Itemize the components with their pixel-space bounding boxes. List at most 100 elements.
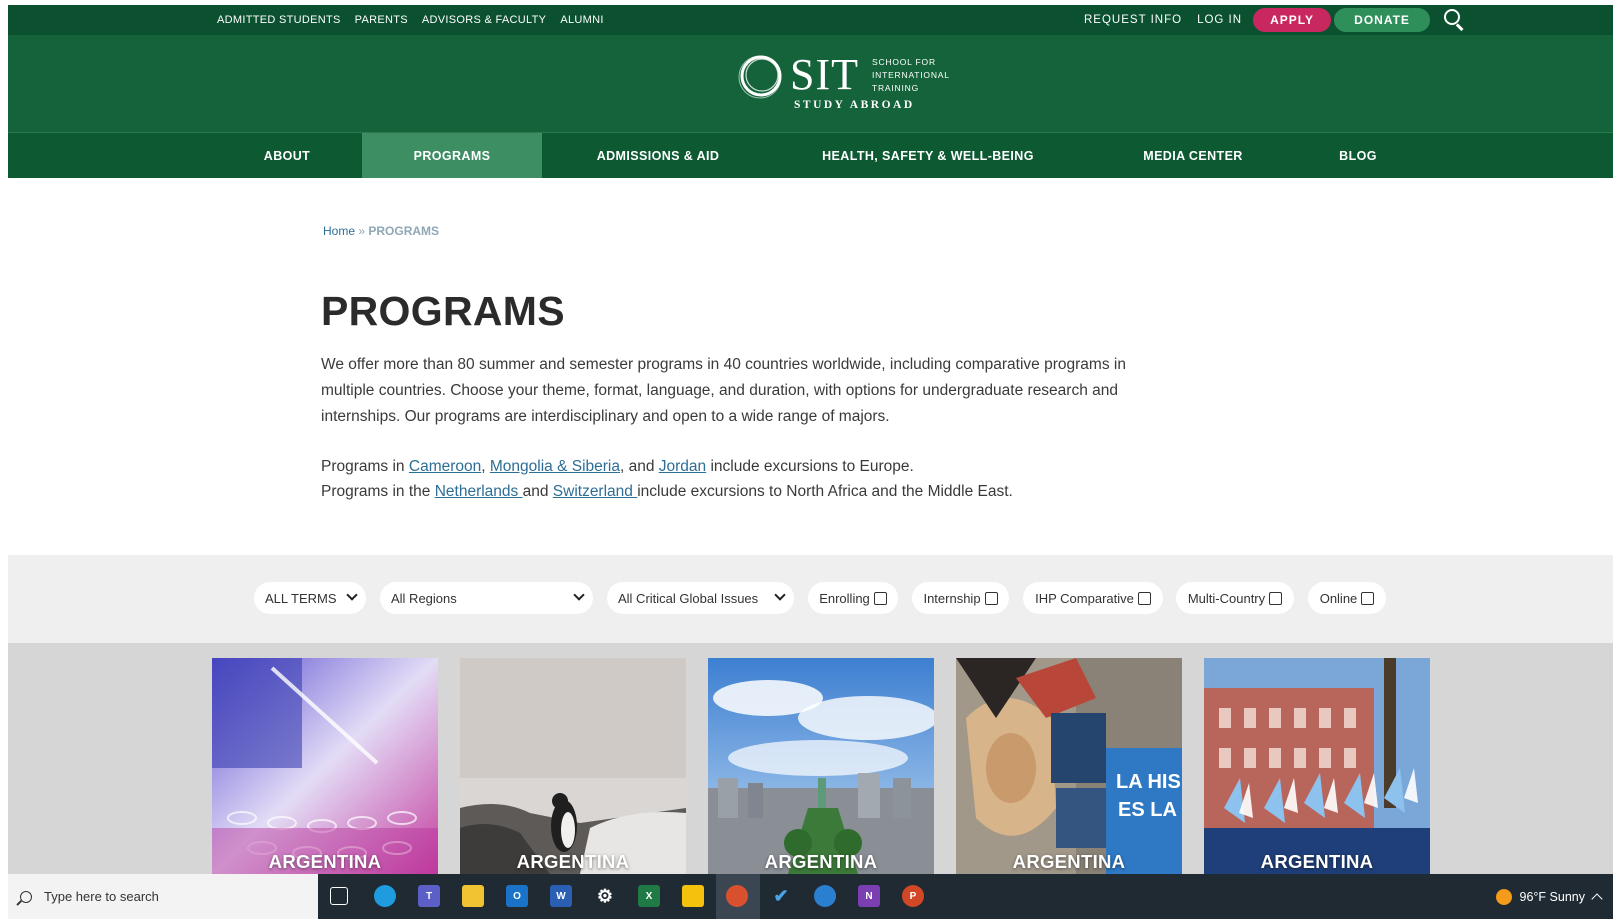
card-country: ARGENTINA (268, 851, 382, 872)
parents-link[interactable]: PARENTS (355, 14, 408, 26)
logo-school-line: INTERNATIONAL (872, 70, 950, 80)
card-country: ARGENTINA (1260, 851, 1374, 872)
logo-school-line: SCHOOL FOR (872, 57, 936, 67)
taskbar-search-placeholder: Type here to search (44, 889, 159, 904)
enrolling-filter[interactable]: Enrolling (808, 582, 898, 614)
svg-text:ES LA: ES LA (1118, 799, 1177, 821)
utility-bar: ADMITTED STUDENTS PARENTS ADVISORS & FAC… (8, 5, 1613, 35)
enrolling-label: Enrolling (819, 590, 870, 606)
taskbar-search-input[interactable]: Type here to search (8, 874, 318, 919)
online-filter[interactable]: Online (1308, 582, 1386, 614)
outlook-icon[interactable]: O (506, 885, 528, 907)
nav-about[interactable]: ABOUT (213, 133, 361, 178)
windows-taskbar: Type here to search T O W ⚙ X ✔ N P 96°F… (8, 874, 1613, 919)
utility-actions: REQUEST INFO LOG IN APPLY DONATE (1084, 5, 1465, 35)
text-segment: Programs in the (321, 483, 435, 500)
apply-button[interactable]: APPLY (1253, 8, 1332, 32)
online-label: Online (1319, 590, 1358, 606)
program-filter-bar: ALL TERMS All Regions All Critical Globa… (8, 555, 1613, 643)
browser-page: ADMITTED STUDENTS PARENTS ADVISORS & FAC… (8, 5, 1613, 919)
webex-icon[interactable] (814, 885, 836, 907)
program-card[interactable]: LA HIS ES LA ARGENTINA (956, 658, 1182, 874)
card-image-casa-rosada-flags (1204, 658, 1430, 874)
text-segment: include excursions to North Africa and t… (637, 483, 1013, 500)
breadcrumb-home[interactable]: Home (323, 224, 355, 238)
mongolia-siberia-link[interactable]: Mongolia & Siberia (490, 458, 620, 475)
card-country: ARGENTINA (1012, 851, 1126, 872)
snipping-tool-icon[interactable] (726, 885, 748, 907)
powerpoint-icon[interactable]: P (902, 885, 924, 907)
nav-admissions-aid[interactable]: ADMISSIONS & AID (563, 133, 753, 178)
jordan-link[interactable]: Jordan (659, 458, 706, 475)
text-segment: , and (619, 458, 659, 475)
issue-select[interactable]: All Critical Global Issues (607, 582, 794, 614)
text-segment: include excursions to Europe. (706, 458, 914, 475)
ihp-comparative-checkbox[interactable] (1137, 591, 1151, 605)
alumni-link[interactable]: ALUMNI (560, 14, 603, 26)
card-image-street-mural: LA HIS ES LA (956, 658, 1182, 874)
settings-gear-icon[interactable]: ⚙ (594, 885, 616, 907)
program-card[interactable]: ARGENTINA (708, 658, 934, 874)
card-country: ARGENTINA (764, 851, 878, 872)
chevron-down-icon (346, 589, 358, 601)
log-in-link[interactable]: LOG IN (1197, 14, 1242, 26)
nav-programs[interactable]: PROGRAMS (362, 133, 542, 178)
term-select[interactable]: ALL TERMS (254, 582, 366, 614)
nav-media-center[interactable]: MEDIA CENTER (1113, 133, 1273, 178)
file-explorer-icon[interactable] (462, 885, 484, 907)
page-title: PROGRAMS (321, 288, 565, 334)
excel-icon[interactable]: X (638, 885, 660, 907)
multi-country-filter[interactable]: Multi-Country (1176, 582, 1294, 614)
card-country: ARGENTINA (516, 851, 630, 872)
header-logo-band: SIT SCHOOL FOR INTERNATIONAL TRAINING ST… (8, 35, 1613, 132)
breadcrumb-current: PROGRAMS (368, 224, 440, 238)
onenote-icon[interactable]: N (858, 885, 880, 907)
program-card[interactable]: ARGENTINA (212, 658, 438, 874)
chevron-up-icon[interactable] (1591, 893, 1603, 905)
chevron-down-icon (573, 589, 585, 601)
ihp-comparative-filter[interactable]: IHP Comparative (1023, 582, 1163, 614)
search-icon (20, 890, 32, 903)
admitted-students-link[interactable]: ADMITTED STUDENTS (217, 14, 341, 26)
issue-select-value: All Critical Global Issues (618, 590, 759, 606)
card-image-lab-pipette (212, 658, 438, 874)
netherlands-link[interactable]: Netherlands (435, 483, 523, 500)
internship-checkbox[interactable] (984, 591, 998, 605)
cameroon-link[interactable]: Cameroon (409, 458, 481, 475)
switzerland-link[interactable]: Switzerland (553, 483, 637, 500)
term-select-value: ALL TERMS (265, 590, 337, 606)
logo-sit-text: SIT (790, 50, 859, 99)
enrolling-checkbox[interactable] (873, 591, 887, 605)
multi-country-label: Multi-Country (1187, 590, 1266, 606)
task-view-icon[interactable] (330, 887, 348, 905)
advisors-faculty-link[interactable]: ADVISORS & FACULTY (422, 14, 546, 26)
internship-filter[interactable]: Internship (912, 582, 1009, 614)
donate-button[interactable]: DONATE (1334, 8, 1431, 32)
nav-health-safety[interactable]: HEALTH, SAFETY & WELL-BEING (803, 133, 1053, 178)
request-info-link[interactable]: REQUEST INFO (1084, 14, 1182, 26)
excursions-africa-line: Programs in the Netherlands and Switzerl… (321, 479, 1013, 505)
system-tray: 96°F Sunny (1495, 874, 1613, 919)
svg-text:LA HIS: LA HIS (1116, 771, 1181, 793)
text-segment: and (522, 483, 553, 500)
program-card[interactable]: ARGENTINA (1204, 658, 1430, 874)
chevron-down-icon (774, 589, 786, 601)
word-icon[interactable]: W (550, 885, 572, 907)
todo-check-icon[interactable]: ✔ (770, 885, 792, 907)
card-image-buenos-aires-skyline (708, 658, 934, 874)
nav-blog[interactable]: BLOG (1313, 133, 1403, 178)
teams-icon[interactable]: T (418, 885, 440, 907)
multi-country-checkbox[interactable] (1269, 591, 1283, 605)
sit-logo[interactable]: SIT SCHOOL FOR INTERNATIONAL TRAINING ST… (738, 50, 958, 117)
sticky-notes-icon[interactable] (682, 885, 704, 907)
sun-weather-icon (1495, 888, 1512, 905)
program-card[interactable]: ARGENTINA (460, 658, 686, 874)
logo-school-line: TRAINING (872, 83, 920, 93)
online-checkbox[interactable] (1361, 591, 1375, 605)
search-icon[interactable] (1443, 9, 1465, 31)
card-image-penguin (460, 658, 686, 874)
edge-icon[interactable] (374, 885, 396, 907)
breadcrumb-separator: » (358, 224, 366, 238)
weather-text[interactable]: 96°F Sunny (1520, 890, 1585, 904)
region-select[interactable]: All Regions (380, 582, 593, 614)
